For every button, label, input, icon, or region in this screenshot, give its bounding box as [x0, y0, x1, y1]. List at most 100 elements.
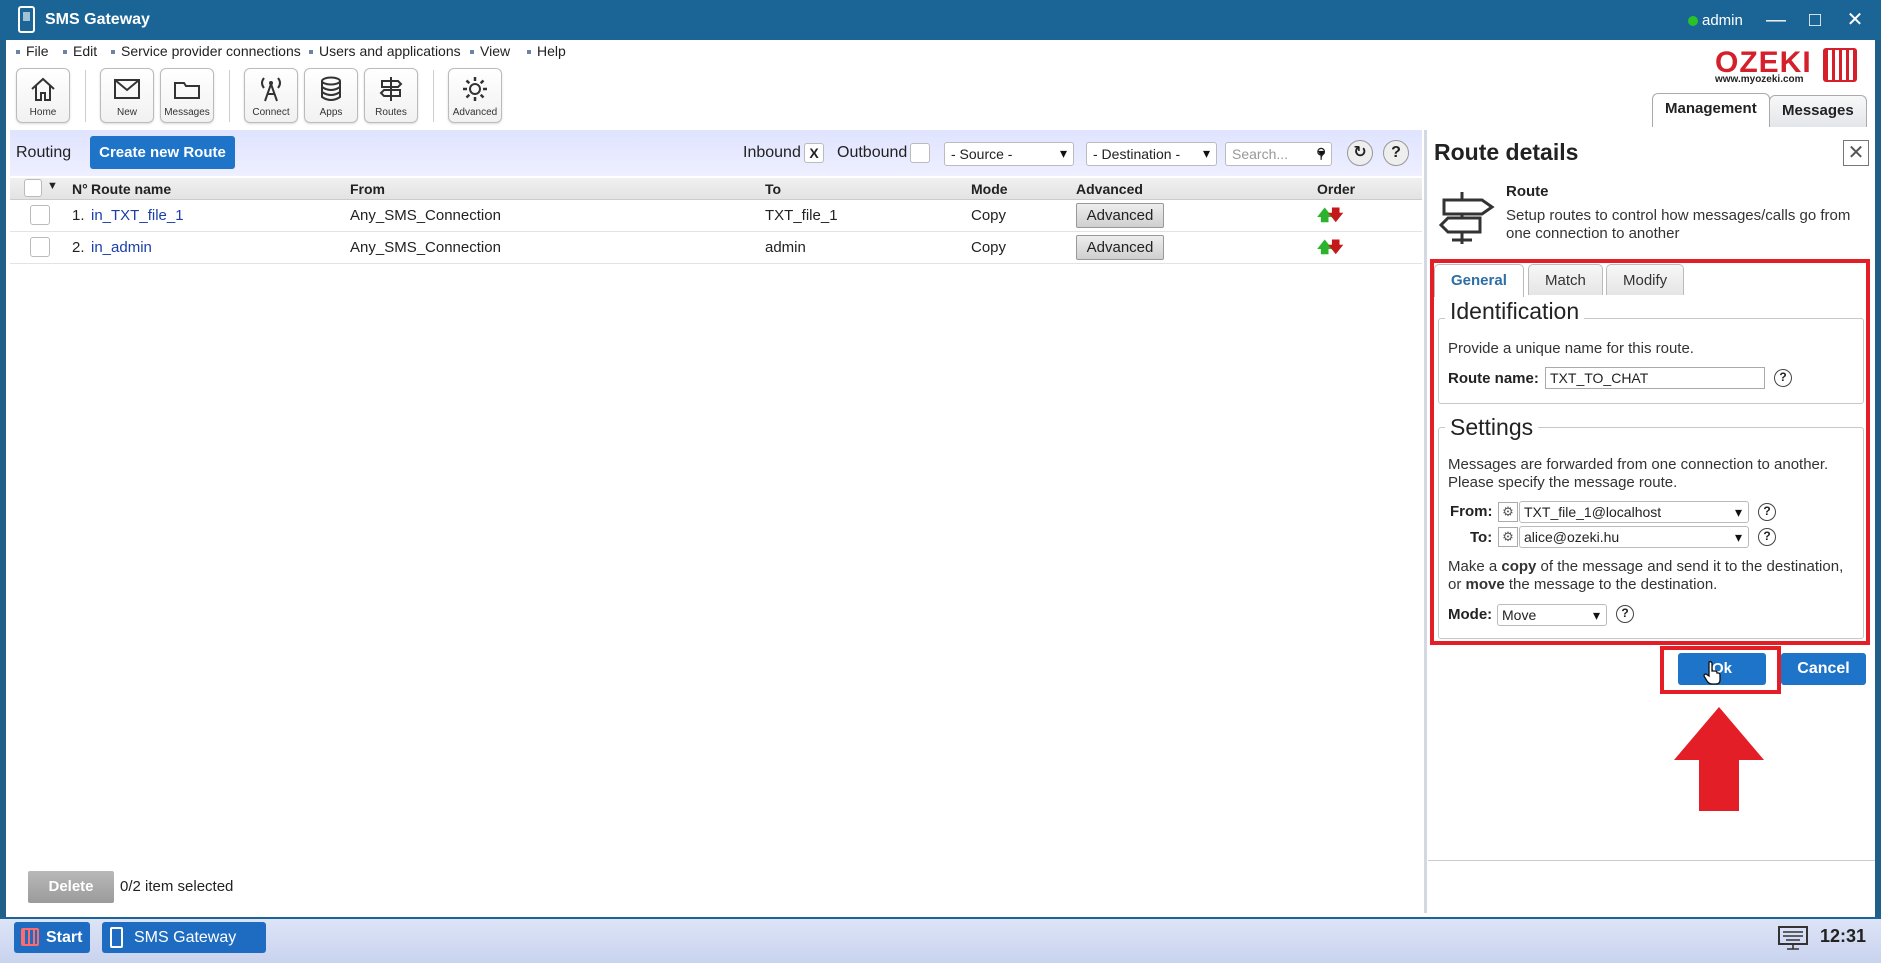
inbound-label: Inbound	[743, 144, 801, 161]
from-label: From:	[1450, 503, 1493, 520]
start-button[interactable]: Start	[14, 922, 90, 953]
ozeki-logo: OZEKI www.myozeki.com	[1715, 46, 1857, 86]
help-icon[interactable]: ?	[1616, 605, 1634, 623]
column-header-route-name[interactable]: Route name	[91, 181, 171, 197]
tab-general[interactable]: General	[1434, 264, 1524, 297]
table-row[interactable]: 2. in_admin Any_SMS_Connection admin Cop…	[10, 232, 1422, 264]
advanced-button[interactable]: Advanced	[448, 68, 502, 123]
route-name-link[interactable]: in_TXT_file_1	[91, 207, 184, 224]
mode-hint: Make a copy of the message and send it t…	[1448, 558, 1844, 593]
app-icon	[18, 6, 35, 33]
close-window-icon[interactable]: ✕	[1840, 6, 1870, 34]
keyboard-icon[interactable]	[1777, 924, 1809, 952]
refresh-icon[interactable]: ↻	[1347, 140, 1373, 166]
help-button[interactable]: ?	[1383, 140, 1409, 166]
minimize-icon[interactable]: —	[1761, 6, 1791, 34]
to-select[interactable]: alice@ozeki.hu	[1519, 526, 1749, 548]
tab-management[interactable]: Management	[1652, 93, 1770, 127]
select-all-checkbox[interactable]	[24, 179, 42, 197]
cancel-button[interactable]: Cancel	[1781, 653, 1866, 685]
connect-button[interactable]: Connect	[244, 68, 298, 123]
help-icon[interactable]: ?	[1758, 503, 1776, 521]
row-number: 1.	[72, 207, 85, 224]
title-bar: SMS Gateway admin — □ ✕	[0, 0, 1881, 40]
start-icon	[21, 928, 39, 946]
taskbar	[0, 917, 1881, 963]
menu-edit[interactable]: Edit	[63, 43, 97, 59]
current-user[interactable]: admin	[1702, 12, 1743, 29]
home-button[interactable]: Home	[16, 68, 70, 123]
table-row[interactable]: 1. in_TXT_file_1 Any_SMS_Connection TXT_…	[10, 200, 1422, 232]
route-to: admin	[765, 239, 806, 256]
toolbar-separator	[229, 70, 230, 122]
settings-hint: Messages are forwarded from one connecti…	[1448, 456, 1829, 491]
menu-users-and-applications[interactable]: Users and applications	[309, 43, 461, 59]
from-gear-icon[interactable]: ⚙	[1498, 502, 1518, 522]
identification-hint: Provide a unique name for this route.	[1448, 340, 1694, 357]
settings-legend: Settings	[1445, 414, 1539, 441]
online-status-icon	[1688, 16, 1698, 26]
tab-match[interactable]: Match	[1528, 264, 1603, 295]
route-name-label: Route name:	[1448, 370, 1539, 387]
menu-help[interactable]: Help	[527, 43, 566, 59]
close-icon[interactable]: ✕	[1843, 140, 1869, 166]
new-label: New	[116, 107, 137, 118]
row-advanced-button[interactable]: Advanced	[1076, 203, 1164, 228]
route-name-link[interactable]: in_admin	[91, 239, 152, 256]
apps-button[interactable]: Apps	[304, 68, 358, 123]
menu-service-provider-connections[interactable]: Service provider connections	[111, 43, 301, 59]
delete-button[interactable]: Delete	[28, 871, 114, 903]
folder-icon	[174, 82, 200, 99]
toolbar-separator	[433, 70, 434, 122]
column-header-order: Order	[1317, 181, 1356, 197]
row-checkbox[interactable]	[30, 237, 50, 257]
divider	[1428, 860, 1875, 861]
column-header-to[interactable]: To	[765, 181, 781, 197]
move-down-icon[interactable]: 🡇	[1328, 237, 1343, 262]
taskbar-sms-gateway[interactable]: SMS Gateway	[102, 922, 266, 953]
antenna-icon	[261, 77, 281, 102]
identification-legend: Identification	[1445, 298, 1585, 325]
connect-label: Connect	[252, 107, 290, 118]
column-header-mode[interactable]: Mode	[971, 181, 1008, 197]
signpost-icon	[379, 77, 403, 101]
route-name-input[interactable]: TXT_TO_CHAT	[1545, 367, 1765, 389]
clock: 12:31	[1820, 926, 1867, 946]
row-advanced-button[interactable]: Advanced	[1076, 235, 1164, 260]
help-icon[interactable]: ?	[1774, 369, 1792, 387]
tab-modify[interactable]: Modify	[1606, 264, 1685, 295]
red-up-arrow-annotation	[1674, 707, 1764, 811]
to-gear-icon[interactable]: ⚙	[1498, 527, 1518, 547]
route-from: Any_SMS_Connection	[350, 239, 501, 256]
menu-file[interactable]: File	[16, 43, 49, 59]
destination-select[interactable]: - Destination -	[1086, 142, 1217, 166]
tab-messages[interactable]: Messages	[1769, 95, 1867, 127]
mouse-cursor-icon	[1703, 661, 1721, 685]
inbound-checkbox[interactable]: X	[804, 143, 824, 163]
outbound-checkbox[interactable]	[910, 143, 930, 163]
messages-label: Messages	[164, 107, 210, 118]
help-icon[interactable]: ?	[1758, 528, 1776, 546]
column-header-advanced: Advanced	[1076, 181, 1143, 197]
mode-select[interactable]: Move	[1497, 604, 1607, 626]
menu-view[interactable]: View	[470, 43, 510, 59]
sms-gateway-icon	[110, 927, 123, 948]
routes-button[interactable]: Routes	[364, 68, 418, 123]
new-button[interactable]: New	[100, 68, 154, 123]
route-description: Setup routes to control how messages/cal…	[1506, 207, 1851, 242]
gear-icon	[463, 77, 487, 101]
create-new-route-button[interactable]: Create new Route	[90, 136, 235, 169]
ok-button[interactable]: Ok	[1678, 653, 1766, 685]
maximize-icon[interactable]: □	[1800, 6, 1830, 34]
home-icon	[31, 77, 55, 101]
search-icon[interactable]: ⚲	[1316, 145, 1326, 162]
route-details-title: Route details	[1434, 139, 1579, 165]
select-menu-chevron-icon[interactable]: ▼	[47, 180, 58, 192]
from-select[interactable]: TXT_file_1@localhost	[1519, 501, 1749, 523]
row-checkbox[interactable]	[30, 205, 50, 225]
source-select[interactable]: - Source -	[944, 142, 1074, 166]
move-down-icon[interactable]: 🡇	[1328, 205, 1343, 230]
column-header-from[interactable]: From	[350, 181, 385, 197]
row-number: 2.	[72, 239, 85, 256]
messages-button[interactable]: Messages	[160, 68, 214, 123]
